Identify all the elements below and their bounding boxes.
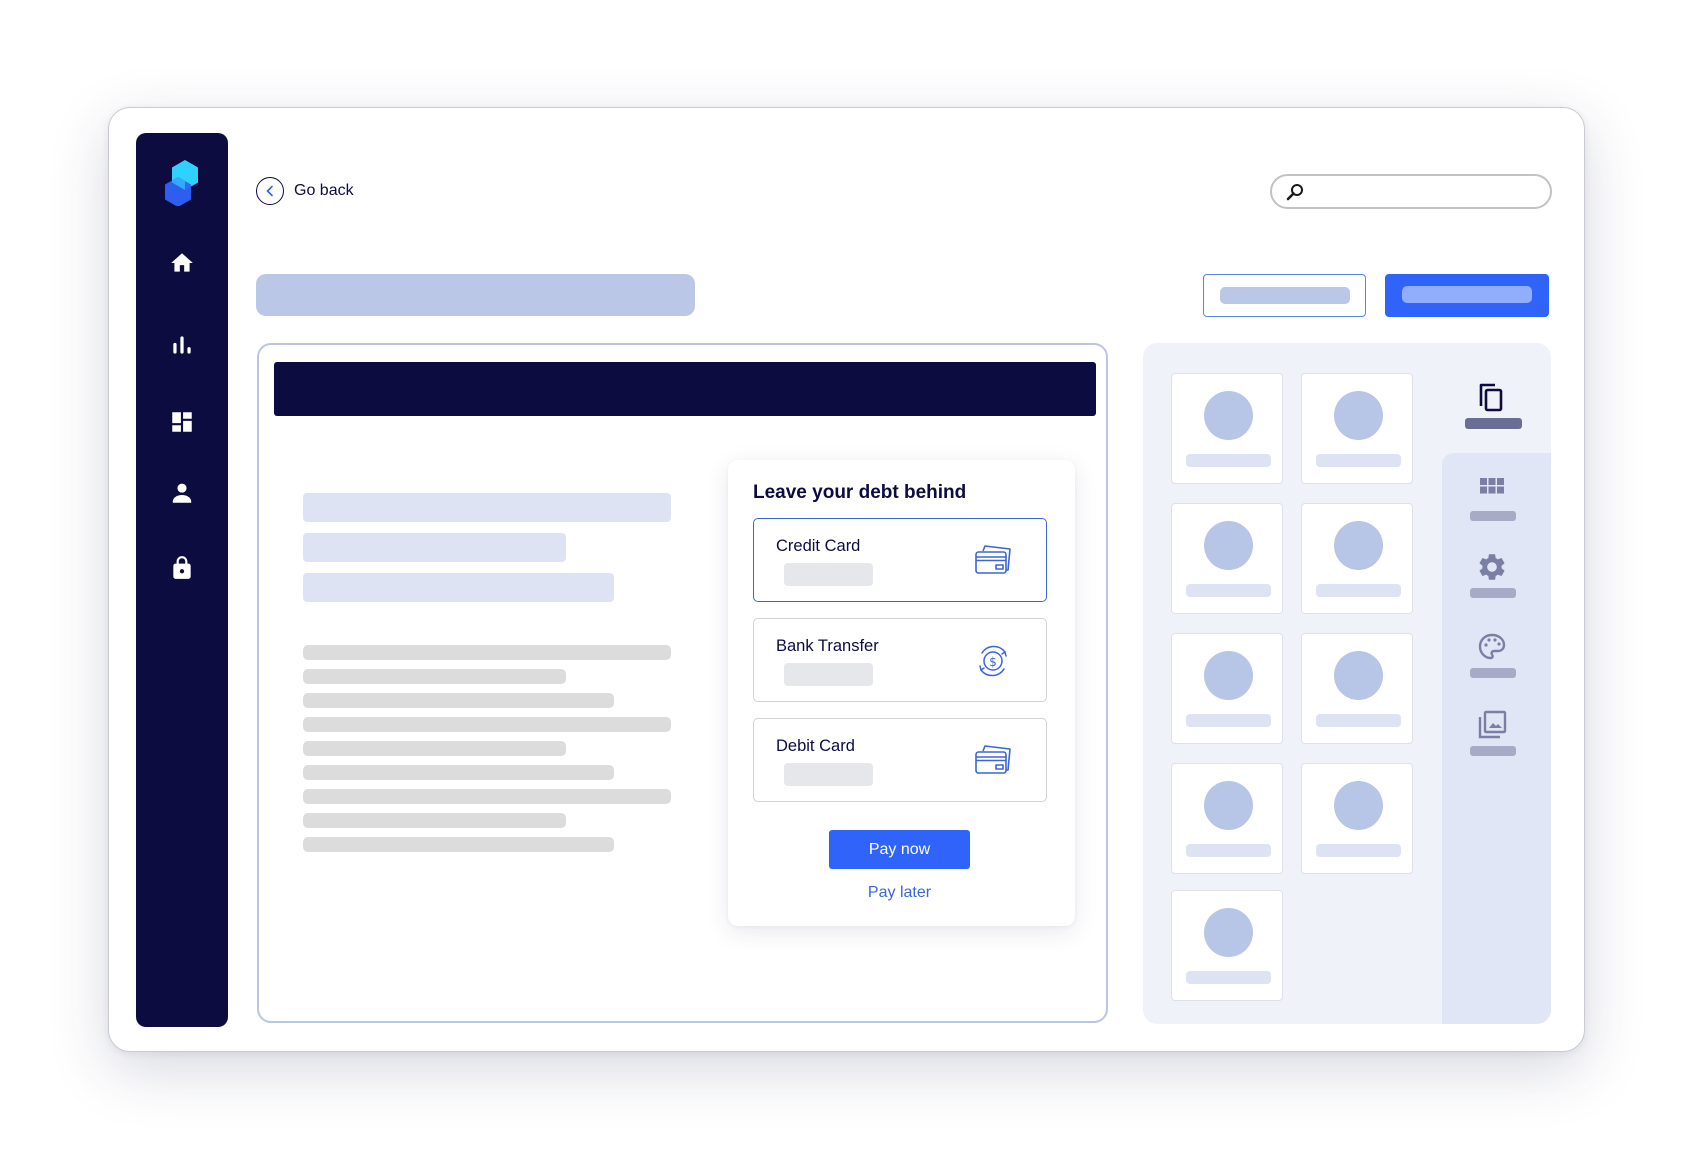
tab-media[interactable] xyxy=(1462,709,1522,771)
search-bar[interactable] xyxy=(1270,174,1552,209)
tile-avatar-placeholder xyxy=(1334,651,1383,700)
option-label: Credit Card xyxy=(776,537,861,555)
tab-label-placeholder xyxy=(1470,746,1516,756)
pay-now-button[interactable]: Pay now xyxy=(829,830,970,869)
pay-later-link[interactable]: Pay later xyxy=(829,884,970,902)
lock-icon xyxy=(173,556,191,579)
sidebar-item-profile[interactable] xyxy=(166,477,198,509)
tab-label-placeholder xyxy=(1470,588,1516,598)
tile-label-placeholder xyxy=(1316,844,1401,857)
asset-tile[interactable] xyxy=(1171,763,1283,874)
tile-avatar-placeholder xyxy=(1204,781,1253,830)
option-detail-placeholder xyxy=(784,763,873,786)
tile-label-placeholder xyxy=(1316,584,1401,597)
text-line-placeholder xyxy=(303,813,566,828)
tab-theme[interactable] xyxy=(1462,631,1522,693)
tile-label-placeholder xyxy=(1186,454,1271,467)
payment-option-debit-card[interactable]: Debit Card xyxy=(753,718,1047,802)
tile-avatar-placeholder xyxy=(1334,781,1383,830)
sidebar-item-home[interactable] xyxy=(166,247,198,279)
asset-tile[interactable] xyxy=(1301,633,1413,744)
heading-placeholder xyxy=(303,533,566,562)
search-icon xyxy=(1286,184,1303,201)
grid-icon xyxy=(1480,478,1504,494)
debit-card-icon xyxy=(975,745,1011,774)
credit-card-icon xyxy=(975,545,1011,574)
bar-chart-icon xyxy=(173,336,191,354)
text-line-placeholder xyxy=(303,693,614,708)
payment-title: Leave your debt behind xyxy=(753,482,967,503)
tab-label-placeholder xyxy=(1470,511,1516,521)
option-detail-placeholder xyxy=(784,563,873,586)
asset-tile[interactable] xyxy=(1171,503,1283,614)
tab-label-placeholder xyxy=(1465,418,1522,429)
go-back-button[interactable]: Go back xyxy=(256,177,354,205)
text-line-placeholder xyxy=(303,741,566,756)
hexagon-logo-icon[interactable] xyxy=(163,158,201,206)
tab-pages[interactable] xyxy=(1462,381,1522,443)
asset-tile[interactable] xyxy=(1171,633,1283,744)
asset-tile[interactable] xyxy=(1171,890,1283,1001)
tile-avatar-placeholder xyxy=(1334,521,1383,570)
text-line-placeholder xyxy=(303,645,671,660)
tile-avatar-placeholder xyxy=(1204,391,1253,440)
sidebar-item-dashboard[interactable] xyxy=(166,406,198,438)
search-input[interactable] xyxy=(1312,179,1542,203)
tile-label-placeholder xyxy=(1186,714,1271,727)
tile-label-placeholder xyxy=(1186,971,1271,984)
tile-label-placeholder xyxy=(1186,584,1271,597)
text-line-placeholder xyxy=(303,765,614,780)
sidebar-item-analytics[interactable] xyxy=(166,329,198,361)
tile-avatar-placeholder xyxy=(1204,908,1253,957)
tile-label-placeholder xyxy=(1186,844,1271,857)
secondary-button-label-placeholder xyxy=(1220,287,1350,304)
asset-tile[interactable] xyxy=(1301,763,1413,874)
text-line-placeholder xyxy=(303,717,671,732)
heading-placeholder xyxy=(303,493,671,522)
option-label: Bank Transfer xyxy=(776,637,879,655)
back-circle xyxy=(256,177,284,205)
asset-tile[interactable] xyxy=(1301,503,1413,614)
home-icon xyxy=(171,253,193,272)
tab-label-placeholder xyxy=(1470,668,1516,678)
payment-option-bank-transfer[interactable]: Bank Transfer $ xyxy=(753,618,1047,702)
copy-icon xyxy=(1479,383,1503,412)
primary-action-button[interactable] xyxy=(1385,274,1549,317)
svg-text:$: $ xyxy=(989,655,997,669)
asset-tile[interactable] xyxy=(1301,373,1413,484)
go-back-label: Go back xyxy=(294,182,354,199)
content-header-bar xyxy=(274,362,1096,416)
option-detail-placeholder xyxy=(784,663,873,686)
tile-avatar-placeholder xyxy=(1204,651,1253,700)
dashboard-icon xyxy=(172,412,192,432)
tile-avatar-placeholder xyxy=(1204,521,1253,570)
heading-placeholder xyxy=(303,573,614,602)
payment-option-credit-card[interactable]: Credit Card xyxy=(753,518,1047,602)
chevron-left-icon xyxy=(266,185,273,197)
primary-button-label-placeholder xyxy=(1402,286,1532,303)
image-gallery-icon xyxy=(1478,710,1507,739)
tab-layouts[interactable] xyxy=(1462,474,1522,536)
secondary-action-button[interactable] xyxy=(1203,274,1366,317)
user-icon xyxy=(172,483,192,503)
sidebar-item-security[interactable] xyxy=(166,552,198,584)
page-title-placeholder xyxy=(256,274,695,316)
text-line-placeholder xyxy=(303,837,614,852)
text-line-placeholder xyxy=(303,789,671,804)
gear-icon xyxy=(1479,554,1505,580)
palette-icon xyxy=(1478,633,1506,660)
text-line-placeholder xyxy=(303,669,566,684)
tab-settings[interactable] xyxy=(1462,551,1522,613)
money-transfer-icon: $ xyxy=(979,645,1007,677)
tile-avatar-placeholder xyxy=(1334,391,1383,440)
tile-label-placeholder xyxy=(1316,714,1401,727)
tile-label-placeholder xyxy=(1316,454,1401,467)
option-label: Debit Card xyxy=(776,737,855,755)
asset-tile[interactable] xyxy=(1171,373,1283,484)
